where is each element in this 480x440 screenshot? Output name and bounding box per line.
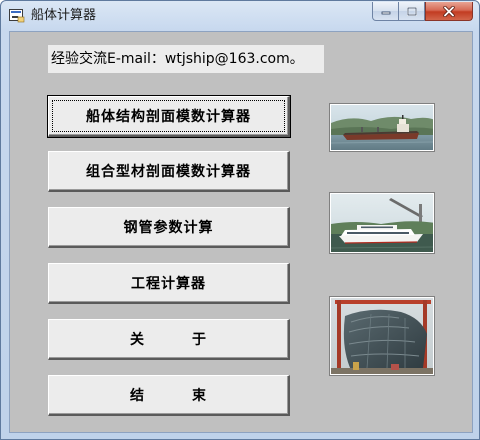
maximize-icon — [406, 6, 417, 16]
hull-under-construction-photo — [329, 296, 435, 376]
about-button[interactable]: 关 于 — [48, 319, 290, 360]
main-window: 船体计算器 经验交流E-mail：wtjship@163.com。 船体结构剖面… — [0, 0, 480, 440]
focus-rect — [52, 100, 285, 132]
engineering-calculator-label: 工程计算器 — [131, 276, 206, 292]
combined-profile-modulus-button[interactable]: 组合型材剖面模数计算器 — [48, 151, 290, 192]
app-icon — [9, 9, 25, 23]
exit-button[interactable]: 结 束 — [48, 375, 290, 416]
window-title: 船体计算器 — [31, 8, 97, 23]
maximize-button[interactable] — [399, 2, 425, 21]
cargo-ship-photo — [329, 103, 435, 152]
about-label: 关 于 — [130, 332, 207, 348]
close-button[interactable] — [425, 2, 473, 21]
steel-pipe-calc-button[interactable]: 钢管参数计算 — [48, 207, 290, 248]
title-bar[interactable]: 船体计算器 — [1, 1, 479, 31]
passenger-ferry-photo — [329, 192, 435, 254]
minimize-icon — [381, 11, 390, 15]
exit-label: 结 束 — [130, 388, 207, 404]
engineering-calculator-button[interactable]: 工程计算器 — [48, 263, 290, 304]
minimize-button[interactable] — [372, 2, 399, 21]
steel-pipe-calc-label: 钢管参数计算 — [123, 220, 214, 236]
combined-profile-modulus-label: 组合型材剖面模数计算器 — [86, 164, 251, 180]
close-icon — [443, 5, 455, 17]
form-client-area: 经验交流E-mail：wtjship@163.com。 船体结构剖面模数计算器 … — [9, 31, 473, 433]
hull-section-modulus-button[interactable]: 船体结构剖面模数计算器 — [47, 95, 291, 138]
email-contact-label: 经验交流E-mail：wtjship@163.com。 — [48, 45, 324, 73]
